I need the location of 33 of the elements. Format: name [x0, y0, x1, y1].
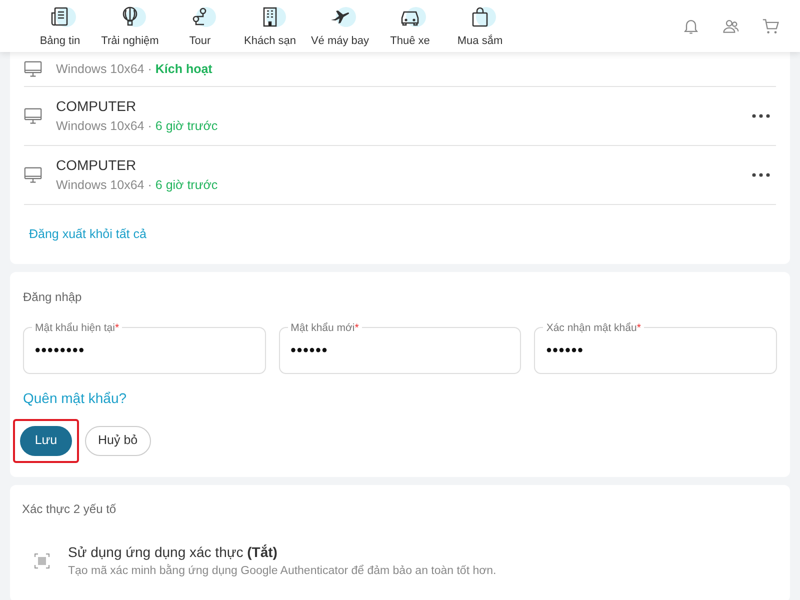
nav-tab[interactable]: Trải nghiệm	[96, 2, 164, 50]
cart-icon[interactable]	[762, 17, 780, 35]
nav-tab[interactable]: Tour	[166, 2, 234, 50]
nav-tab[interactable]: Bảng tin	[26, 2, 94, 50]
more-options-icon[interactable]	[752, 114, 770, 118]
monitor-icon	[24, 107, 42, 125]
field-label: Mật khẩu mới*	[290, 320, 360, 335]
password-field[interactable]: Mật khẩu hiện tại* ••••••••	[23, 320, 266, 374]
field-label: Xác nhận mật khẩu*	[545, 320, 642, 335]
option-title: Sử dụng ứng dụng xác thực (Tắt)	[68, 542, 278, 562]
monitor-icon	[24, 166, 42, 184]
nav-tab[interactable]: Thuê xe	[376, 2, 444, 50]
device-info: Windows 10x64 · 6 giờ trước	[56, 118, 218, 136]
qr-code-icon	[34, 552, 50, 569]
cancel-button[interactable]: Huỷ bỏ	[85, 426, 151, 456]
field-label: Mật khẩu hiện tại*	[34, 320, 120, 335]
section-title: Xác thực 2 yếu tố	[22, 500, 118, 518]
nav-tab[interactable]: Vé máy bay	[306, 2, 374, 50]
nav-tab[interactable]: Mua sắm	[446, 2, 514, 50]
password-field[interactable]: Xác nhận mật khẩu* ••••••	[534, 320, 777, 374]
save-button[interactable]: Lưu	[20, 426, 72, 456]
more-options-icon[interactable]	[752, 173, 770, 177]
section-title: Đăng nhập	[23, 288, 83, 306]
bell-icon[interactable]	[682, 17, 700, 35]
device-info: Windows 10x64 · 6 giờ trước	[56, 177, 218, 194]
device-name: COMPUTER	[56, 156, 138, 176]
nav-tab[interactable]: Khách sạn	[236, 2, 304, 50]
people-icon[interactable]	[722, 17, 740, 35]
password-field[interactable]: Mật khẩu mới* ••••••	[278, 320, 522, 374]
device-name: COMPUTER	[56, 97, 138, 116]
option-description: Tạo mã xác minh bằng ứng dụng Google Authenticator để đảm bảo an toàn tốt hơn.	[68, 563, 496, 579]
device-info: Windows 10x64 · Kích hoạt	[56, 60, 212, 78]
monitor-icon	[24, 60, 42, 78]
